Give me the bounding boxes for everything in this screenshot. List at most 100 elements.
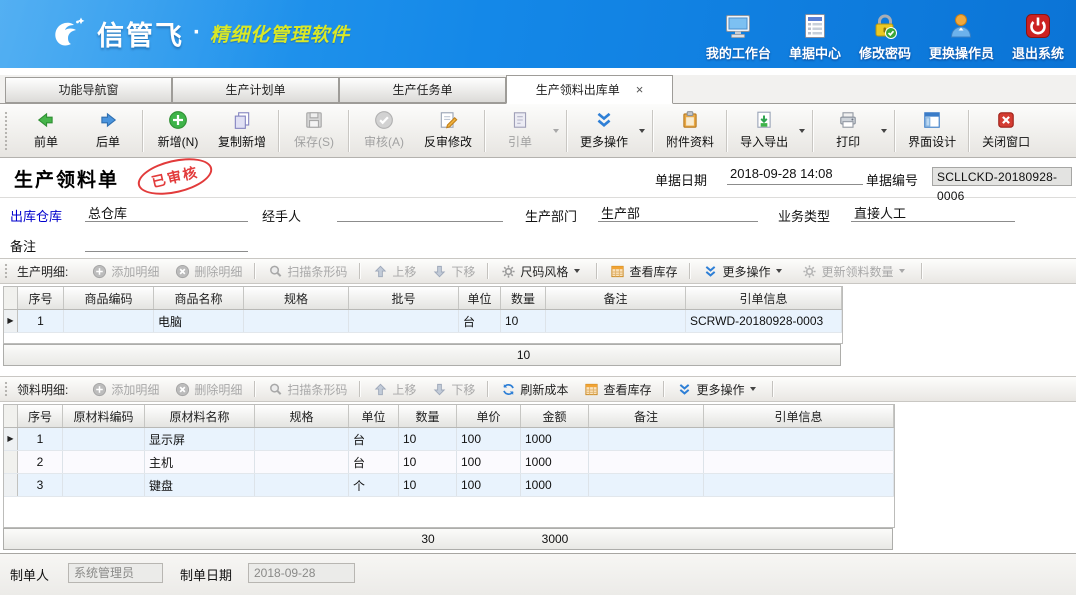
column-header[interactable]: 金额	[521, 405, 589, 427]
more-ops-button[interactable]: 更多操作	[669, 381, 768, 398]
column-header[interactable]: 原材料名称	[145, 405, 255, 427]
nav-my-workstation[interactable]: 我的工作台	[706, 12, 771, 62]
section-grip-handle[interactable]	[4, 263, 9, 279]
cell[interactable]: 3	[18, 474, 63, 496]
column-header[interactable]: 原材料编码	[63, 405, 145, 427]
prev-doc-button[interactable]: 前单	[15, 105, 77, 156]
cell[interactable]: 1000	[521, 428, 589, 450]
nav-exit-system[interactable]: 退出系统	[1012, 12, 1064, 62]
nav-change-password[interactable]: 修改密码	[859, 12, 911, 62]
cell[interactable]: 100	[457, 428, 521, 450]
cell[interactable]	[63, 428, 145, 450]
close-window-button[interactable]: 关闭窗口	[973, 105, 1039, 156]
cell[interactable]: 键盘	[145, 474, 255, 496]
remark-field[interactable]	[85, 233, 248, 252]
column-header[interactable]: 序号	[18, 287, 64, 309]
cell[interactable]	[63, 474, 145, 496]
cell[interactable]: 100	[457, 474, 521, 496]
tab-production-task[interactable]: 生产任务单	[339, 77, 506, 103]
tab-production-material-out[interactable]: 生产领料出库单×	[506, 75, 673, 104]
column-header[interactable]: 序号	[18, 405, 63, 427]
column-header[interactable]: 单位	[459, 287, 501, 309]
column-header[interactable]: 备注	[589, 405, 704, 427]
more-ops-button[interactable]: 更多操作	[695, 263, 794, 280]
attachments-button[interactable]: 附件资料	[657, 105, 723, 156]
cell[interactable]: 台	[349, 451, 399, 473]
column-header[interactable]: 引单信息	[704, 405, 894, 427]
ui-design-button[interactable]: 界面设计	[899, 105, 965, 156]
more-ops-button[interactable]: 更多操作	[571, 105, 637, 156]
cell[interactable]: 显示屏	[145, 428, 255, 450]
column-header[interactable]: 规格	[244, 287, 349, 309]
cell[interactable]: 个	[349, 474, 399, 496]
column-header[interactable]: 数量	[501, 287, 546, 309]
cell[interactable]	[244, 310, 349, 332]
cell[interactable]: 1000	[521, 451, 589, 473]
column-header[interactable]: 单价	[457, 405, 521, 427]
column-header[interactable]: 规格	[255, 405, 349, 427]
cell[interactable]: 1	[18, 428, 63, 450]
cell[interactable]: 100	[457, 451, 521, 473]
column-header[interactable]: 商品编码	[64, 287, 154, 309]
cell[interactable]	[589, 474, 704, 496]
cell[interactable]: 2	[18, 451, 63, 473]
cell[interactable]	[704, 474, 894, 496]
table-row[interactable]: 3 键盘 个101001000	[4, 474, 894, 497]
cell[interactable]	[546, 310, 686, 332]
next-doc-button[interactable]: 后单	[77, 105, 139, 156]
cell[interactable]	[255, 474, 349, 496]
column-header[interactable]: 单位	[349, 405, 399, 427]
cell[interactable]: 1000	[521, 474, 589, 496]
cell[interactable]: 10	[399, 428, 457, 450]
cell[interactable]: 10	[501, 310, 546, 332]
cell[interactable]	[255, 451, 349, 473]
tab-close-icon[interactable]: ×	[636, 83, 644, 96]
cell[interactable]	[589, 451, 704, 473]
column-header[interactable]: 备注	[546, 287, 686, 309]
cell[interactable]: SCRWD-20180928-0003	[686, 310, 842, 332]
cell[interactable]: 台	[459, 310, 501, 332]
warehouse-field[interactable]: 总仓库	[85, 203, 248, 222]
add-new-button[interactable]: 新增(N)	[147, 105, 209, 156]
cell[interactable]	[255, 428, 349, 450]
cell[interactable]	[63, 451, 145, 473]
cell[interactable]: 10	[399, 474, 457, 496]
dropdown-arrow-icon[interactable]	[881, 129, 887, 133]
table-row[interactable]: ▶1电脑台10SCRWD-20180928-0003	[4, 310, 842, 333]
business-type-field[interactable]: 直接人工	[851, 203, 1015, 222]
dropdown-arrow-icon[interactable]	[639, 129, 645, 133]
size-style-button[interactable]: 尺码风格	[493, 263, 592, 280]
copy-new-button[interactable]: 复制新增	[209, 105, 275, 156]
cell[interactable]	[589, 428, 704, 450]
tab-production-plan[interactable]: 生产计划单	[172, 77, 339, 103]
handler-field[interactable]	[337, 203, 503, 222]
tab-function-nav[interactable]: 功能导航窗	[5, 77, 172, 103]
column-header[interactable]: 商品名称	[154, 287, 244, 309]
cell[interactable]: 10	[399, 451, 457, 473]
refresh-cost-button[interactable]: 刷新成本	[493, 381, 576, 398]
dropdown-arrow-icon[interactable]	[799, 129, 805, 133]
cell[interactable]	[704, 451, 894, 473]
toolbar-grip-handle[interactable]	[4, 111, 9, 151]
cell[interactable]	[64, 310, 154, 332]
cell[interactable]	[704, 428, 894, 450]
view-stock-button[interactable]: 查看库存	[576, 381, 659, 398]
column-header[interactable]: 引单信息	[686, 287, 842, 309]
column-header[interactable]: 数量	[399, 405, 457, 427]
view-stock-button[interactable]: 查看库存	[602, 263, 685, 280]
table-row[interactable]: ▶1显示屏台101001000	[4, 428, 894, 451]
nav-switch-operator[interactable]: 更换操作员	[929, 12, 994, 62]
cell[interactable]	[349, 310, 459, 332]
import-export-button[interactable]: 导入导出	[731, 105, 797, 156]
print-button[interactable]: 打印	[817, 105, 879, 156]
nav-doc-center[interactable]: 单据中心	[789, 12, 841, 62]
cell[interactable]: 台	[349, 428, 399, 450]
production-dept-field[interactable]: 生产部	[598, 203, 758, 222]
cell[interactable]: 1	[18, 310, 64, 332]
unaudit-button[interactable]: 反审修改	[415, 105, 481, 156]
section-grip-handle[interactable]	[4, 381, 9, 397]
table-row[interactable]: 2 主机 台101001000	[4, 451, 894, 474]
cell[interactable]: 电脑	[154, 310, 244, 332]
column-header[interactable]: 批号	[349, 287, 459, 309]
cell[interactable]: 主机	[145, 451, 255, 473]
